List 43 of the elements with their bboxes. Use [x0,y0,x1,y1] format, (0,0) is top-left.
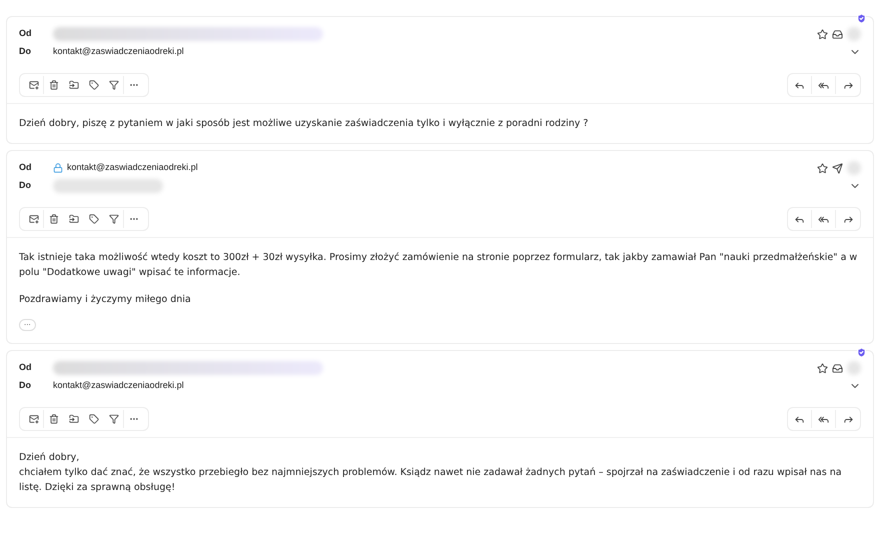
filter-icon [108,214,118,224]
mail-icon [28,80,38,90]
tag-icon [89,214,99,224]
folder-icon [69,414,79,424]
trash-icon [49,414,59,424]
redacted-bar [847,27,861,41]
from-label: Od [19,27,32,40]
folder-icon [69,80,79,90]
to-label: Do [19,179,32,192]
filter-icon [108,80,118,90]
mail-icon [28,214,38,224]
star-icon[interactable] [817,162,828,174]
reply-icon [794,80,805,90]
to-label: Do [19,45,32,58]
reply-all-icon [818,214,829,224]
email-address: kontakt@zaswiadczeniaodreki.pl [53,379,184,392]
forward-icon [842,80,854,90]
tag-icon [89,414,99,424]
from-label: Od [19,161,32,174]
redacted-bar [847,361,861,375]
redacted-bar [847,161,861,175]
mail-icon [28,414,38,424]
message-paragraph: Dzień dobry, chciałem tylko dać znać, że wszystko przebiegło bez najmniejszych problemów. Ksiądz nawet nie zadawał żadnych pytań – spojrzał na zaświadczenie i od razu wpisał nas na listę. Dzięki za sprawną obsługę! [19,451,843,495]
star-icon[interactable] [817,362,828,374]
email-address: kontakt@zaswiadczeniaodreki.pl [53,45,184,58]
message-paragraph: Tak istnieje taka możliwość wtedy koszt to 300zł + 30zł wysyłka. Prosimy złożyć zamówienie na stronie poprzez formularz, tak jakby zamawiał Pan "nauki przedmałżeńskie" a w polu "Dodatkowe uwagi" wpisać te informacje. [19,251,858,280]
email-address: kontakt@zaswiadczeniaodreki.pl [67,161,198,174]
from-label: Od [19,361,32,374]
reply-icon [794,214,805,224]
trash-icon [49,80,59,90]
reply-icon [794,414,805,424]
reply-all-icon [818,414,829,424]
filter-icon [108,414,118,424]
tag-icon [89,80,99,90]
folder-icon [69,214,79,224]
trash-icon [49,214,59,224]
forward-icon [842,414,854,424]
forward-icon [842,214,854,224]
star-icon[interactable] [817,28,828,40]
reply-all-icon [818,80,829,90]
message-paragraph: Pozdrawiamy i życzymy miłego dnia [19,293,192,307]
message-paragraph: Dzień dobry, piszę z pytaniem w jaki sposób jest możliwe uzyskanie zaświadczenia tylko i wyłącznie z poradni rodziny ? [19,117,590,131]
to-label: Do [19,379,32,392]
